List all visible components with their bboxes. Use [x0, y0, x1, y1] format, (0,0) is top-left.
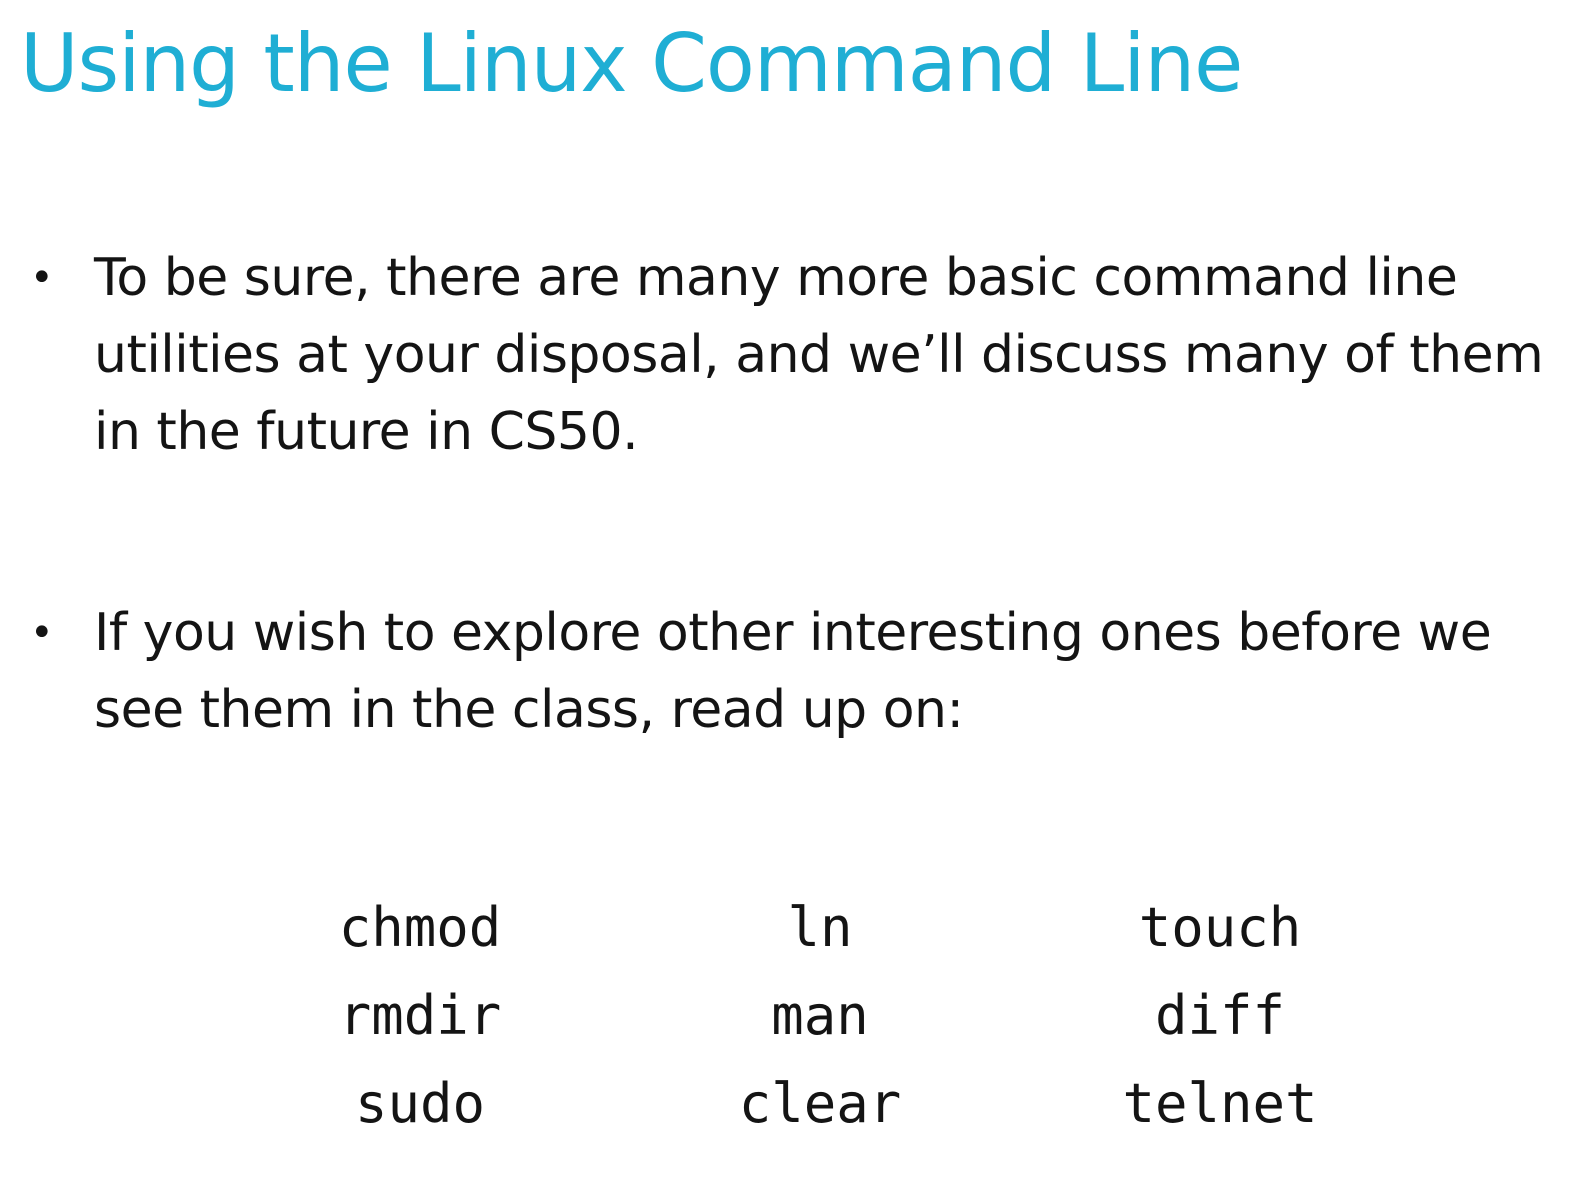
bullet-point-utilities: • To be sure, there are many more basic …: [30, 240, 1570, 471]
bullet-marker: •: [30, 610, 54, 656]
command-clear: clear: [738, 1072, 902, 1135]
command-list: chmod ln touch rmdir man diff sudo clear…: [220, 893, 1420, 1157]
command-ln: ln: [787, 896, 853, 959]
command-man: man: [771, 984, 869, 1047]
command-telnet: telnet: [1122, 1072, 1318, 1135]
command-touch: touch: [1138, 896, 1302, 959]
command-chmod: chmod: [338, 896, 502, 959]
slide-title: Using the Linux Command Line: [20, 17, 1243, 110]
bullet-point-explore: • If you wish to explore other interesti…: [30, 595, 1570, 749]
command-sudo: sudo: [354, 1072, 486, 1135]
command-rmdir: rmdir: [338, 984, 502, 1047]
bullet-text: If you wish to explore other interesting…: [94, 603, 1492, 740]
bullet-text: To be sure, there are many more basic co…: [94, 248, 1544, 462]
command-diff: diff: [1154, 984, 1286, 1047]
bullet-marker: •: [30, 255, 54, 301]
